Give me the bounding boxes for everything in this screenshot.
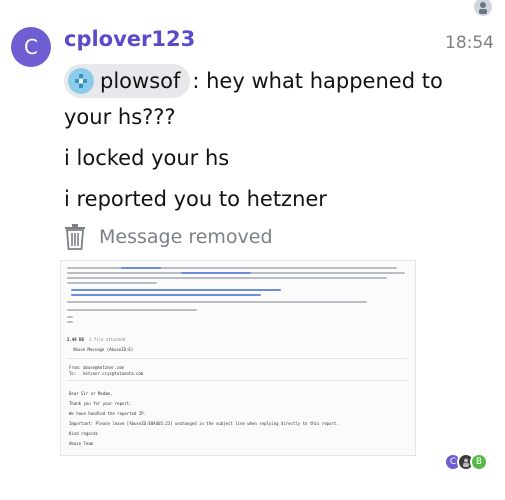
trash-icon [65,224,85,250]
read-receipts[interactable]: C B [444,453,488,471]
message-time: 18:54 [445,33,494,53]
mention-avatar [68,68,94,94]
attachment-bar[interactable]: 2.48 KB 1 file attached Abuse Message (A… [67,333,407,359]
removed-message: Message removed [64,224,273,250]
attached-screenshot[interactable]: 2.48 KB 1 file attached Abuse Message (A… [60,260,416,456]
message-line-1-text: : hey what happened to [192,69,443,93]
viewer-avatar[interactable] [472,0,494,18]
attachment-size: 2.48 KB [67,337,84,342]
attachment-filename[interactable]: Abuse Message (AbuseID:E) [73,345,133,355]
receipt-avatar-b: B [470,453,488,471]
mail-body-line: Thank you for your report. [69,401,132,406]
mail-to: hetzner.crys@tutanota.com [83,371,144,376]
removed-label: Message removed [99,226,273,248]
message-line-4: i reported you to hetzner [64,187,327,211]
message-line-1: plowsof : hey what happened to [64,64,443,98]
message-line-2: your hs??? [64,105,176,129]
user-mention-pill[interactable]: plowsof [64,64,191,98]
sender-avatar[interactable]: C [11,27,51,67]
mail-header: From: abuse@hetzner.com To: hetzner.crys… [67,365,407,381]
mail-body-line: Abuse Team [69,441,94,446]
mention-avatar-icon [75,74,87,88]
person-icon [479,2,487,14]
mail-to-label: To: [69,371,77,376]
mail-body-line: Dear Sir or Madam, [69,391,113,396]
mail-body-line: Kind regards [69,431,98,436]
mail-body-line: Important: Please leave [AbuseID:E0A405:… [69,421,339,426]
message-line-3: i locked your hs [64,146,230,170]
sender-name[interactable]: cplover123 [64,27,195,51]
mail-body-line: We have handled the reported IP. [69,411,147,416]
attachment-count: 1 file attached [89,337,126,342]
mention-name: plowsof [100,69,181,93]
